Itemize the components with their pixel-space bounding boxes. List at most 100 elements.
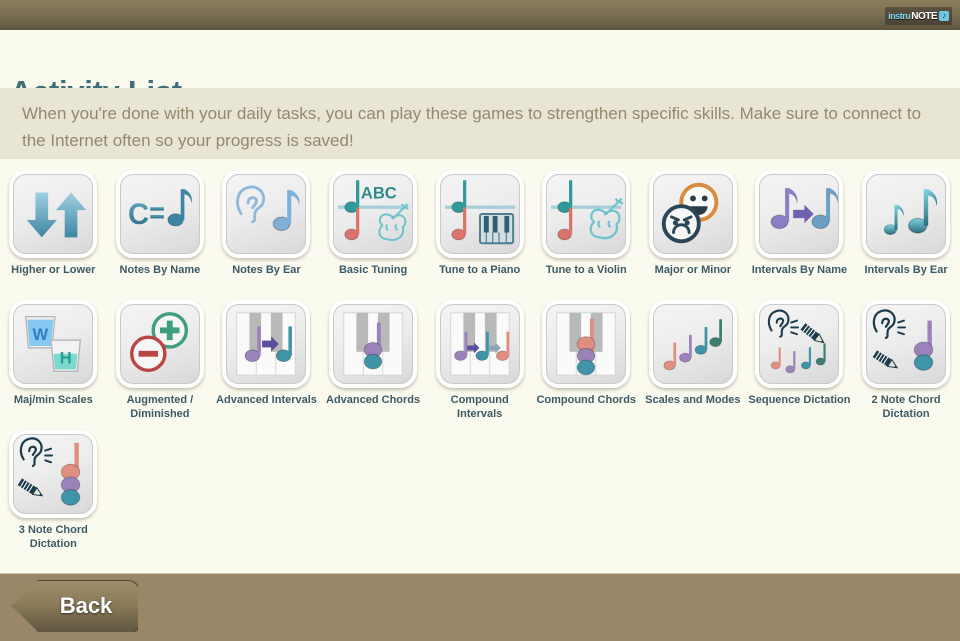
ear-pencil-notes-icon (759, 304, 840, 384)
activity-cell: Intervals By Name (746, 163, 853, 293)
activity-tile-advanced-intervals[interactable] (222, 300, 311, 388)
instrunote-logo: instru NOTE ♪ (885, 7, 952, 25)
tile-frame (435, 300, 524, 388)
activity-label: Intervals By Ear (864, 264, 948, 276)
activity-tile-notes-by-ear[interactable] (222, 170, 311, 258)
activity-cell: Higher or Lower (0, 163, 107, 293)
activity-label: Advanced Chords (326, 394, 421, 406)
tile-frame: C (115, 170, 204, 258)
two-notes-icon (866, 174, 947, 254)
tile-frame (542, 170, 631, 258)
activity-tile-tune-to-a-violin[interactable] (542, 170, 631, 258)
activity-label: Tune to a Violin (545, 264, 627, 276)
activity-cell: Advanced Intervals (213, 293, 320, 423)
ascending-notes-icon (652, 304, 733, 384)
activity-cell: Compound Chords (533, 293, 640, 423)
activity-cell: Sequence Dictation (746, 293, 853, 423)
activity-cell: Notes By Ear (213, 163, 320, 293)
activity-cell: Major or Minor (640, 163, 747, 293)
svg-text:H: H (60, 349, 72, 368)
tile-frame: WH (9, 300, 98, 388)
whole-half-glasses-icon: WH (13, 304, 94, 384)
activity-cell: Scales and Modes (640, 293, 747, 423)
activity-cell: Augmented / Diminished (107, 293, 214, 423)
activity-tile-compound-intervals[interactable] (435, 300, 524, 388)
c-equals-note-icon: C (119, 174, 200, 254)
tile-frame (755, 170, 844, 258)
note-arrow-note-icon (759, 174, 840, 254)
svg-text:W: W (33, 325, 49, 344)
tile-frame (542, 300, 631, 388)
tile-frame (222, 300, 311, 388)
activity-label: Scales and Modes (645, 394, 741, 406)
activity-tile-augmented-diminished[interactable] (115, 300, 204, 388)
activity-tile-major-or-minor[interactable] (648, 170, 737, 258)
tile-frame (9, 170, 98, 258)
svg-text:ABC: ABC (361, 183, 397, 202)
app-screen: instru NOTE ♪ Activity List When you're … (0, 0, 960, 641)
activity-grid: Higher or Lower C Notes By Name Notes By Ea… (0, 163, 960, 553)
activity-tile-tune-to-a-piano[interactable] (435, 170, 524, 258)
activity-label: Basic Tuning (338, 264, 408, 276)
back-button[interactable]: Back (12, 580, 138, 632)
activity-label: Notes By Ear (232, 264, 301, 276)
activity-label: Augmented / Diminished (126, 394, 194, 420)
activity-cell: 2 Note Chord Dictation (853, 293, 960, 423)
tile-frame (435, 170, 524, 258)
tile-frame (329, 300, 418, 388)
top-bar: instru NOTE ♪ (0, 0, 960, 30)
activity-cell: ABC Basic Tuning (320, 163, 427, 293)
tile-frame (862, 300, 951, 388)
description-panel: When you're done with your daily tasks, … (0, 88, 960, 159)
back-button-label: Back (59, 593, 113, 618)
ear-pencil-three-stacked-notes-icon (13, 434, 94, 514)
activity-tile-higher-or-lower[interactable] (9, 170, 98, 258)
activity-cell: Advanced Chords (320, 293, 427, 423)
activity-cell: Compound Intervals (426, 293, 533, 423)
activity-cell: W H Maj/min Scales (0, 293, 107, 423)
activity-cell: C Notes By Name (107, 163, 214, 293)
activity-tile-notes-by-name[interactable]: C (115, 170, 204, 258)
activity-label: Advanced Intervals (216, 394, 317, 406)
activity-tile-sequence-dictation[interactable] (755, 300, 844, 388)
activity-label: Compound Intervals (450, 394, 509, 420)
tile-frame (222, 170, 311, 258)
tile-frame (862, 170, 951, 258)
piano-three-stacked-notes-icon (546, 304, 627, 384)
piano-staff-icon (439, 174, 520, 254)
activity-label: Major or Minor (654, 264, 732, 276)
activity-cell: 3 Note Chord Dictation (0, 423, 107, 553)
activity-label: Notes By Name (119, 264, 201, 276)
activity-tile-3-note-chord-dictation[interactable] (9, 430, 98, 518)
bottom-bar: Back (0, 573, 960, 641)
tile-frame (755, 300, 844, 388)
tile-frame (648, 300, 737, 388)
activity-tile-compound-chords[interactable] (542, 300, 631, 388)
activity-tile-intervals-by-name[interactable] (755, 170, 844, 258)
activity-label: Tune to a Piano (439, 264, 521, 276)
activity-cell: Tune to a Piano (426, 163, 533, 293)
activity-tile-maj-min-scales[interactable]: WH (9, 300, 98, 388)
activity-tile-scales-and-modes[interactable] (648, 300, 737, 388)
tile-frame: ABC (329, 170, 418, 258)
activity-label: 3 Note Chord Dictation (18, 524, 88, 550)
activity-cell: Intervals By Ear (853, 163, 960, 293)
happy-sad-faces-icon (652, 174, 733, 254)
tile-frame (115, 300, 204, 388)
activity-tile-2-note-chord-dictation[interactable] (862, 300, 951, 388)
activity-tile-advanced-chords[interactable] (329, 300, 418, 388)
title-bar: Activity List (0, 30, 960, 109)
activity-label: Compound Chords (536, 394, 637, 406)
plus-minus-circles-icon (119, 304, 200, 384)
activity-tile-basic-tuning[interactable]: ABC (329, 170, 418, 258)
activity-cell: Tune to a Violin (533, 163, 640, 293)
tile-frame (648, 170, 737, 258)
abc-violin-staff-icon: ABC (333, 174, 414, 254)
ear-note-icon (226, 174, 307, 254)
activity-tile-intervals-by-ear[interactable] (862, 170, 951, 258)
activity-label: Higher or Lower (11, 264, 96, 276)
logo-text-instru: instru (888, 11, 911, 21)
svg-text:C: C (128, 199, 149, 231)
activity-label: 2 Note Chord Dictation (871, 394, 941, 420)
piano-two-stacked-notes-icon (333, 304, 414, 384)
